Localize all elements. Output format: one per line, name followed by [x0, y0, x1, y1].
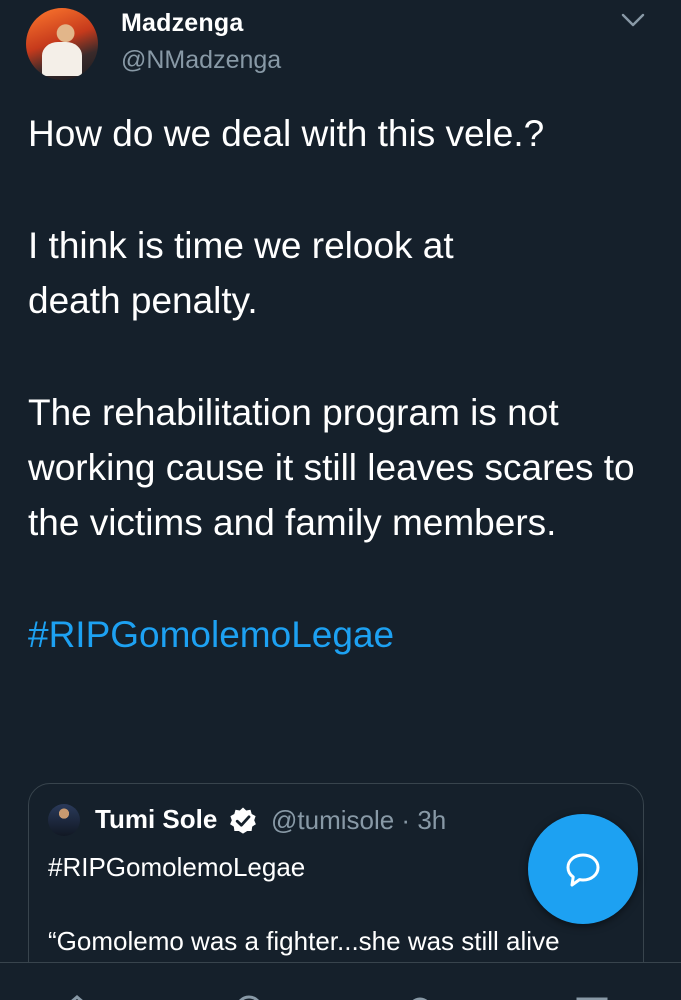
quoted-display-name: Tumi Sole: [95, 804, 218, 834]
tweet-paragraph: How do we deal with this vele.?: [28, 113, 545, 154]
messages-icon[interactable]: [575, 993, 609, 1000]
chevron-down-icon[interactable]: [620, 10, 646, 30]
reply-bubble-icon: [566, 853, 600, 887]
home-icon[interactable]: [60, 993, 94, 1000]
avatar[interactable]: [26, 8, 98, 80]
tweet-paragraph: The rehabilitation program is not workin…: [28, 392, 635, 543]
notifications-icon[interactable]: [403, 993, 437, 1000]
verified-badge-icon: [230, 807, 256, 834]
quoted-tweet-text: “Gomolemo was a fighter...she was still …: [48, 926, 560, 956]
tweet-text: How do we deal with this vele.? I think …: [28, 106, 658, 662]
display-name[interactable]: Madzenga: [121, 9, 243, 38]
user-handle[interactable]: @NMadzenga: [121, 46, 281, 75]
search-icon[interactable]: [232, 993, 266, 1000]
tweet-header: Madzenga @NMadzenga: [0, 0, 681, 95]
hashtag-link[interactable]: #RIPGomolemoLegae: [28, 607, 658, 662]
bottom-navigation: [0, 962, 681, 1000]
quoted-avatar: [48, 804, 80, 836]
reply-button[interactable]: [528, 814, 638, 924]
quoted-handle-time: @tumisole · 3h: [271, 805, 447, 835]
tweet-paragraph: I think is time we relook at death penal…: [28, 225, 454, 321]
quoted-hashtag[interactable]: #RIPGomolemoLegae: [48, 852, 305, 883]
